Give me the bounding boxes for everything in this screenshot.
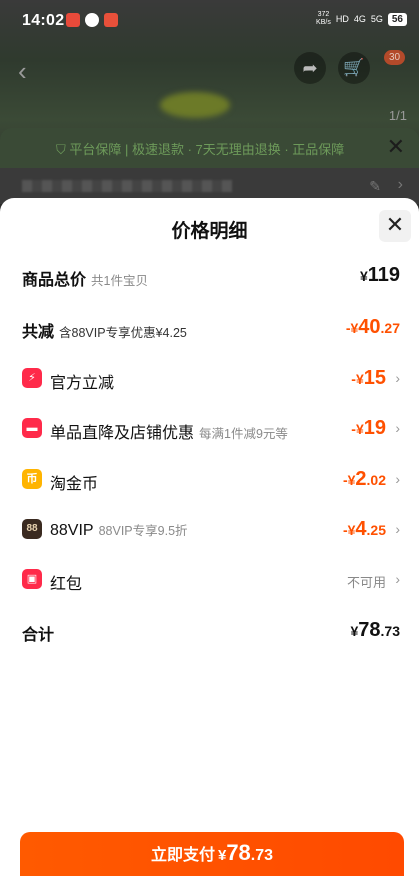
coin-value: -¥2.02 [343,468,386,491]
shop-sub: 每满1件减9元等 [199,427,288,441]
row-shop-discount[interactable]: ▬ 单品直降及店铺优惠 每满1件减9元等 -¥19 › [22,417,400,443]
back-icon[interactable]: ‹ [18,56,27,87]
status-bar: 14:02 372 KB/s HD 4G 5G 56 [0,0,419,40]
vip-sub: 88VIP专享9.5折 [98,524,188,538]
vip-label-text: 88VIP [50,522,94,539]
red-packet-status: 不可用 [346,575,386,590]
88vip-icon: 88 [22,519,42,539]
discount-sub: 含88VIP专享优惠¥4.25 [59,326,187,340]
total-price-label: 商品总价 共1件宝贝 [22,266,148,290]
signal-5g: 5G [370,14,383,24]
product-image [160,92,230,118]
guarantee-text: ⛉ 平台保障 | 极速退款 · 7天无理由退换 · 正品保障 [56,139,344,158]
hd-icon: HD [335,14,349,24]
sum-label: 合计 [22,627,55,644]
discount-label-text: 共减 [22,324,55,341]
status-time: 14:02 [22,12,65,29]
row-red-packet[interactable]: ▣ 红包 不可用 › [22,568,400,593]
sum-value: ¥78.73 [350,619,400,642]
discount-value: -¥40.27 [346,316,400,339]
close-icon: ✕ [385,212,405,237]
chevron-right-icon: › [395,471,400,487]
link-icon [85,13,99,27]
chevron-right-icon: › [395,521,400,537]
pay-dec: .73 [250,847,274,864]
network-speed: 372 KB/s [316,11,331,27]
price-detail-sheet: 价格明细 ✕ 商品总价 共1件宝贝 ¥119 共减 含88VIP专享优惠¥4.25 … [0,198,419,876]
chevron-right-icon[interactable]: › [398,176,403,194]
guarantee-bar: ⛉ 平台保障 | 极速退款 · 7天无理由退换 · 正品保障 ✕ [0,128,419,168]
value-dec: .27 [380,320,400,336]
share-icon[interactable]: ➦ [294,52,326,84]
pay-now-button[interactable]: 立即支付 ¥78.73 [20,832,404,876]
value-int: 4 [355,518,367,540]
chevron-right-icon: › [395,420,400,436]
total-sub: 共1件宝贝 [91,274,148,288]
red-packet-label: 红包 [50,576,83,593]
row-total-discount: 共减 含88VIP专享优惠¥4.25 -¥40.27 [22,316,400,342]
guarantee-label: 平台保障 | 极速退款 · 7天无理由退换 · 正品保障 [69,142,345,157]
official-value: -¥15 [351,367,386,390]
official-label: 官方立减 [50,375,115,392]
total-price-value: ¥119 [360,264,400,287]
status-right: 372 KB/s HD 4G 5G 56 [316,11,407,27]
close-button[interactable]: ✕ [379,210,411,242]
row-total-price: 商品总价 共1件宝贝 ¥119 [22,264,400,290]
speed-unit: KB/s [316,19,331,26]
row-taojinbi[interactable]: 币 淘金币 -¥2.02 › [22,468,400,493]
currency: ¥ [359,268,368,284]
app-notification-icon [104,13,118,27]
shop-label-text: 单品直降及店铺优惠 [50,425,195,442]
row-88vip[interactable]: 88 88VIP 88VIP专享9.5折 -¥4.25 › [22,518,400,542]
signal-4g: 4G [353,14,366,24]
prefix: -¥ [345,320,359,336]
total-label-text: 商品总价 [22,272,87,289]
row-official-discount[interactable]: ⚡ 官方立减 -¥15 › [22,367,400,392]
red-packet-icon: ▣ [22,569,42,589]
value-int: 78 [358,619,381,641]
value-int: 2 [355,468,367,490]
discount-label: 共减 含88VIP专享优惠¥4.25 [22,318,187,342]
battery-icon: 56 [387,12,407,26]
value-dec: .25 [366,522,386,538]
value-int: 19 [363,417,386,439]
pay-label: 立即支付 [150,847,215,864]
cart-badge: 30 [384,50,406,65]
speed-value: 372 [317,11,330,18]
prefix: -¥ [351,421,364,437]
prefix: -¥ [342,522,356,538]
shop-value: -¥19 [351,417,386,440]
blurred-address [22,180,232,192]
vip-label: 88VIP 88VIP专享9.5折 [50,520,188,540]
shop-coupon-icon: ▬ [22,418,42,438]
shield-icon: ⛉ [56,142,70,157]
value-int: 15 [363,367,386,389]
prefix: -¥ [342,472,356,488]
image-index: 1/1 [388,108,407,123]
value-int: 40 [358,316,381,338]
value-dec: .73 [380,623,400,639]
shop-label: 单品直降及店铺优惠 每满1件减9元等 [50,419,288,443]
value-dec: .02 [366,472,386,488]
close-icon[interactable]: ✕ [387,134,405,160]
sheet-title: 价格明细 [171,221,248,242]
chevron-right-icon: › [395,370,400,386]
cart-icon[interactable]: 🛒 [338,52,370,84]
coin-icon: 币 [22,469,42,489]
value-int: 119 [367,264,400,286]
vip-value: -¥4.25 [343,518,386,541]
pay-int: 78 [226,840,251,865]
coin-label: 淘金币 [50,476,99,493]
notification-icons [66,13,118,27]
lightning-icon: ⚡ [22,368,42,388]
chevron-right-icon: › [395,571,400,587]
prefix: -¥ [351,371,364,387]
row-sum: 合计 ¥78.73 [22,619,400,644]
map-pin-icon [66,13,80,27]
edit-icon[interactable]: ✎ [369,178,381,195]
